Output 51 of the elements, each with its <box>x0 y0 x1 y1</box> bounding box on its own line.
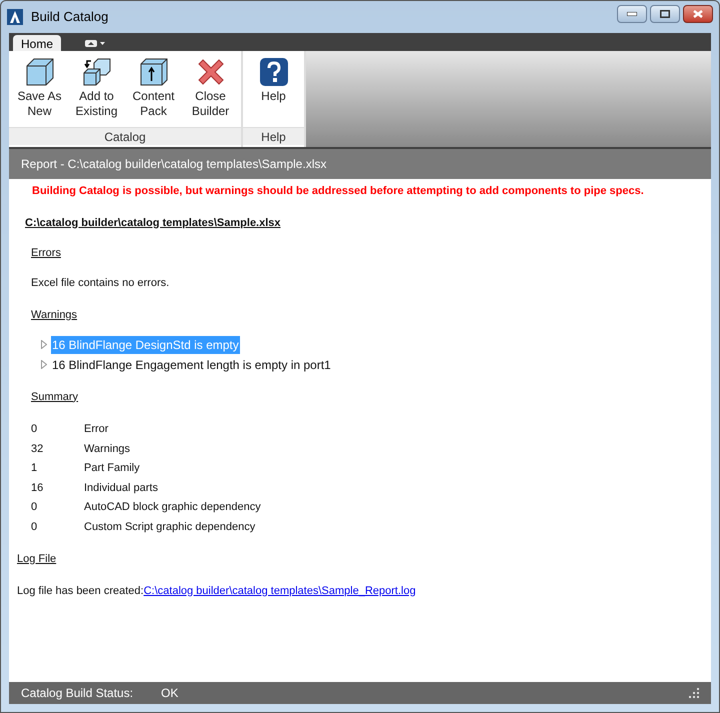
summary-label: Individual parts <box>84 480 158 496</box>
expand-arrow-icon[interactable] <box>41 360 47 369</box>
stacked-cubes-icon <box>82 57 112 87</box>
summary-heading: Summary <box>30 390 80 404</box>
errors-message: Excel file contains no errors. <box>30 276 170 290</box>
package-icon <box>138 57 168 87</box>
log-file-message: Log file has been created: <box>17 584 144 596</box>
summary-label: Part Family <box>84 461 140 476</box>
summary-label: Warnings <box>84 442 130 456</box>
errors-heading: Errors <box>30 246 62 261</box>
app-logo-icon <box>7 9 23 25</box>
ribbon-button[interactable]: Add to Existing <box>70 57 123 127</box>
keyboard-icon <box>85 40 98 46</box>
maximize-icon <box>660 10 670 18</box>
summary-count: 0 <box>31 422 38 437</box>
status-label: Catalog Build Status: <box>21 685 134 702</box>
minimize-icon <box>627 12 637 16</box>
window-title: Build Catalog <box>31 8 108 26</box>
log-file-link[interactable]: C:\catalog builder\catalog templates\Sample_Report.log <box>144 584 416 596</box>
close-button[interactable] <box>683 5 713 23</box>
warnings-heading: Warnings <box>30 308 78 323</box>
status-value: OK <box>161 685 178 702</box>
summary-count: 1 <box>31 461 38 476</box>
file-path-heading: C:\catalog builder\catalog templates\Sample.xlsx <box>24 216 282 230</box>
warning-message: Building Catalog is possible, but warnings should be addressed before attempting to add components to pipe specs. <box>31 184 645 199</box>
ribbon-group-label: Catalog <box>9 127 241 145</box>
summary-count: 32 <box>31 442 44 456</box>
summary-label: Custom Script graphic dependency <box>84 520 256 534</box>
summary-count: 16 <box>31 480 44 496</box>
summary-label: AutoCAD block graphic dependency <box>84 500 261 515</box>
maximize-button[interactable] <box>650 5 680 23</box>
warning-item[interactable]: 16 BlindFlange Engagement length is empty in port1 <box>51 356 332 374</box>
close-icon <box>693 10 703 18</box>
caret-icon <box>100 42 106 44</box>
summary-count: 0 <box>31 520 38 534</box>
help-icon <box>258 57 288 87</box>
ribbon-button[interactable]: Help <box>247 57 300 127</box>
expand-arrow-icon[interactable] <box>41 340 47 349</box>
report-header: Report - C:\catalog builder\catalog templates\Sample.xlsx <box>9 149 711 179</box>
ribbon-tab[interactable]: Home <box>13 35 62 51</box>
ribbon-button[interactable]: Save As New <box>13 57 66 127</box>
ribbon-button[interactable]: Close Builder <box>184 57 237 127</box>
summary-count: 0 <box>31 500 38 515</box>
summary-label: Error <box>84 422 108 437</box>
cube-icon <box>24 57 54 87</box>
log-file-heading: Log File <box>16 552 58 567</box>
ribbon-group-label: Help <box>243 127 304 145</box>
ribbon-button[interactable]: Content Pack <box>127 57 180 127</box>
resize-grip-icon <box>689 688 699 698</box>
minimize-button[interactable] <box>617 5 647 23</box>
close-x-icon <box>196 57 226 87</box>
